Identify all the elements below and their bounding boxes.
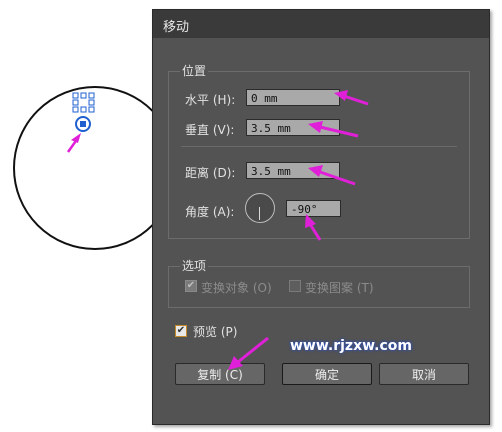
vertical-label: 垂直 (V): [185, 123, 235, 137]
preview-checkbox[interactable]: ✔ [175, 325, 187, 337]
distance-label: 距离 (D): [185, 166, 236, 180]
dialog-title: 移动 [163, 20, 190, 35]
vertical-input[interactable]: 3.5 mm [246, 119, 340, 136]
ok-button[interactable]: 确定 [282, 363, 372, 385]
cancel-button[interactable]: 取消 [379, 363, 469, 385]
copy-button[interactable]: 复制 (C) [175, 363, 265, 385]
horizontal-input[interactable]: 0 mm [246, 89, 340, 106]
angle-label: 角度 (A): [185, 205, 235, 219]
preview-label: 预览 (P) [193, 325, 238, 339]
dialog-titlebar[interactable]: 移动 [153, 10, 489, 38]
angle-dial-icon[interactable] [245, 193, 275, 223]
angle-input[interactable]: -90° [286, 200, 341, 217]
transform-objects-checkbox[interactable]: ✔ [185, 280, 197, 292]
horizontal-label: 水平 (H): [185, 93, 236, 107]
watermark-text: www.rjzxw.com [290, 338, 412, 354]
transform-objects-label: 变换对象 (O) [201, 281, 272, 295]
transform-patterns-label: 变换图案 (T) [305, 281, 374, 295]
transform-patterns-checkbox[interactable] [289, 280, 301, 292]
distance-input[interactable]: 3.5 mm [246, 162, 340, 179]
move-dialog: 移动 位置 水平 (H): 0 mm 垂直 (V): 3.5 mm 距离 (D)… [152, 9, 490, 425]
position-separator [181, 146, 457, 147]
options-group-legend: 选项 [180, 257, 209, 274]
position-group-legend: 位置 [180, 62, 209, 79]
